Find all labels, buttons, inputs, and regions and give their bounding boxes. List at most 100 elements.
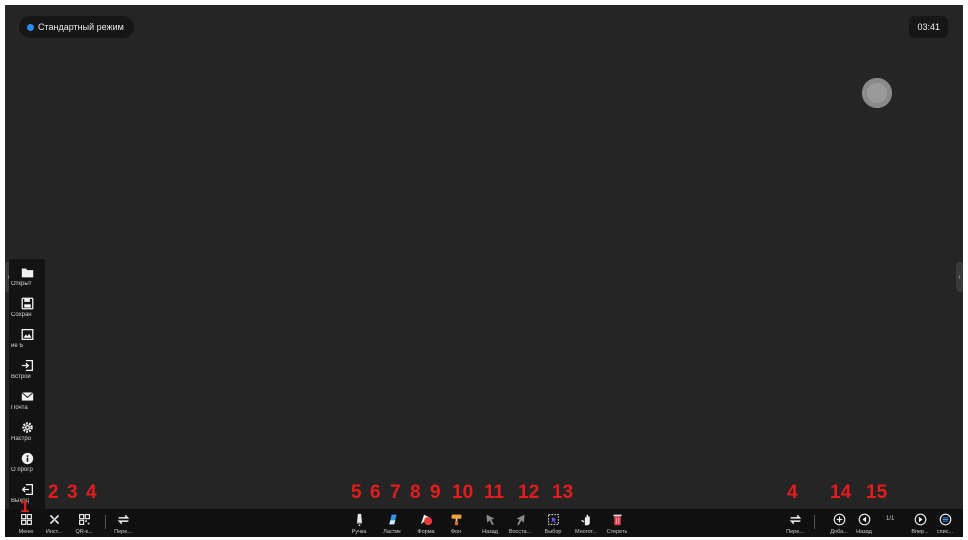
side-item-label: Встрои xyxy=(11,374,31,380)
clock: 03:41 xyxy=(909,16,948,38)
redo-icon xyxy=(515,514,525,526)
annotation-number: 3 xyxy=(67,482,78,503)
side-menu: Открыт Сохран ие Б Встрои Почта Настро О… xyxy=(9,259,45,513)
gear-icon xyxy=(21,422,33,433)
add-page-icon xyxy=(833,513,845,526)
mode-dot-icon xyxy=(27,23,34,31)
side-item-about[interactable]: О прогр xyxy=(9,449,45,480)
eraser-label: Ластик xyxy=(383,529,401,535)
undo-label: Назад xyxy=(482,529,498,535)
whiteboard-canvas[interactable]: Стандартный режим 03:41 ‹ › Открыт Сохра… xyxy=(5,5,963,537)
shape-label: Форма xyxy=(417,529,435,535)
annotation-number: 13 xyxy=(552,482,574,503)
add-page-label: Доба... xyxy=(830,529,848,535)
shape-button[interactable]: Форма xyxy=(412,509,440,537)
next-page-icon xyxy=(914,513,926,526)
eraser-icon xyxy=(388,514,397,525)
switch-button-left[interactable]: Пере... xyxy=(109,509,137,537)
multitouch-button[interactable]: Многот... xyxy=(572,509,600,537)
tools-button[interactable]: Инст... xyxy=(40,509,68,537)
mail-icon xyxy=(20,392,34,401)
side-item-label: ие Б xyxy=(11,343,24,349)
annotation-number: 4 xyxy=(787,482,798,503)
multitouch-icon xyxy=(580,514,590,526)
background-button[interactable]: Фон xyxy=(442,509,470,537)
side-item-label: Почта xyxy=(11,405,28,411)
redo-button[interactable]: Восста... xyxy=(506,509,534,537)
annotation-number: 8 xyxy=(410,482,421,503)
side-item-open[interactable]: Открыт xyxy=(9,263,45,294)
next-page-button[interactable]: Впер... xyxy=(906,509,934,537)
tools-label: Инст... xyxy=(45,529,63,535)
page-list-button[interactable]: спис... xyxy=(931,509,959,537)
right-edge-toggle[interactable]: › xyxy=(956,262,963,292)
tools-icon xyxy=(49,514,59,525)
switch-button-right[interactable]: Пере... xyxy=(781,509,809,537)
pen-icon xyxy=(356,513,362,526)
annotation-number: 15 xyxy=(866,482,888,503)
side-item-settings[interactable]: Настро xyxy=(9,418,45,449)
bottom-toolbar: Меню Инст... QR-к... Пере... Ручка Ласти… xyxy=(5,509,963,537)
background-label: Фон xyxy=(450,529,462,535)
multitouch-label: Многот... xyxy=(575,529,597,535)
side-item-label: Настро xyxy=(11,436,32,442)
add-page-button[interactable]: Доба... xyxy=(825,509,853,537)
menu-label: Меню xyxy=(18,529,34,535)
side-item-mail[interactable]: Почта xyxy=(9,387,45,418)
annotation-number: 2 xyxy=(48,482,59,503)
mode-indicator[interactable]: Стандартный режим xyxy=(19,16,134,38)
undo-button[interactable]: Назад xyxy=(476,509,504,537)
prev-page-label: Назад xyxy=(856,529,872,535)
info-icon xyxy=(21,452,33,465)
page-counter: 1/1 xyxy=(886,516,895,522)
clear-icon xyxy=(612,514,622,526)
prev-page-icon xyxy=(858,513,870,526)
import-icon xyxy=(21,359,33,372)
select-button[interactable]: Выбор xyxy=(539,509,567,537)
switch-label: Пере... xyxy=(114,529,132,535)
side-item-label: О прогр xyxy=(11,467,33,473)
exit-icon xyxy=(21,483,33,496)
shape-icon xyxy=(420,514,432,526)
annotation-number: 6 xyxy=(370,482,381,503)
annotation-number: 1 xyxy=(20,497,30,516)
clear-button[interactable]: Стереть xyxy=(603,509,631,537)
qr-code-label: QR-к... xyxy=(75,529,93,535)
mode-label: Стандартный режим xyxy=(38,22,124,32)
floating-ball-button[interactable] xyxy=(862,78,892,108)
toolbar-divider xyxy=(105,515,106,529)
annotation-number: 12 xyxy=(518,482,540,503)
annotation-number: 5 xyxy=(351,482,362,503)
side-item-import[interactable]: Встрои xyxy=(9,356,45,387)
pen-button[interactable]: Ручка xyxy=(345,509,373,537)
folder-icon xyxy=(21,268,33,278)
next-page-label: Впер... xyxy=(911,529,929,535)
pen-label: Ручка xyxy=(351,529,367,535)
redo-label: Восста... xyxy=(508,529,532,535)
qr-icon xyxy=(78,514,90,525)
annotation-number: 11 xyxy=(484,482,505,503)
annotation-number: 7 xyxy=(390,482,401,503)
select-label: Выбор xyxy=(544,529,562,535)
annotation-number: 10 xyxy=(452,482,474,503)
switch-icon xyxy=(117,514,129,525)
annotation-number: 9 xyxy=(430,482,441,503)
clear-label: Стереть xyxy=(606,529,628,535)
qr-code-button[interactable]: QR-к... xyxy=(70,509,98,537)
page-list-label: спис... xyxy=(936,529,954,535)
toolbar-divider xyxy=(814,515,815,529)
annotation-number: 14 xyxy=(830,482,852,503)
background-icon xyxy=(451,514,461,526)
side-item-label: Открыт xyxy=(11,281,32,287)
side-item-label: Сохран xyxy=(11,312,32,318)
select-icon xyxy=(547,514,559,525)
side-item-image[interactable]: ие Б xyxy=(9,325,45,356)
save-icon xyxy=(21,297,33,310)
page-list-icon xyxy=(939,513,951,526)
side-item-save[interactable]: Сохран xyxy=(9,294,45,325)
switch-label: Пере... xyxy=(786,529,804,535)
prev-page-button[interactable]: Назад xyxy=(850,509,878,537)
switch-icon xyxy=(789,514,801,525)
eraser-button[interactable]: Ластик xyxy=(378,509,406,537)
image-icon xyxy=(21,328,33,341)
